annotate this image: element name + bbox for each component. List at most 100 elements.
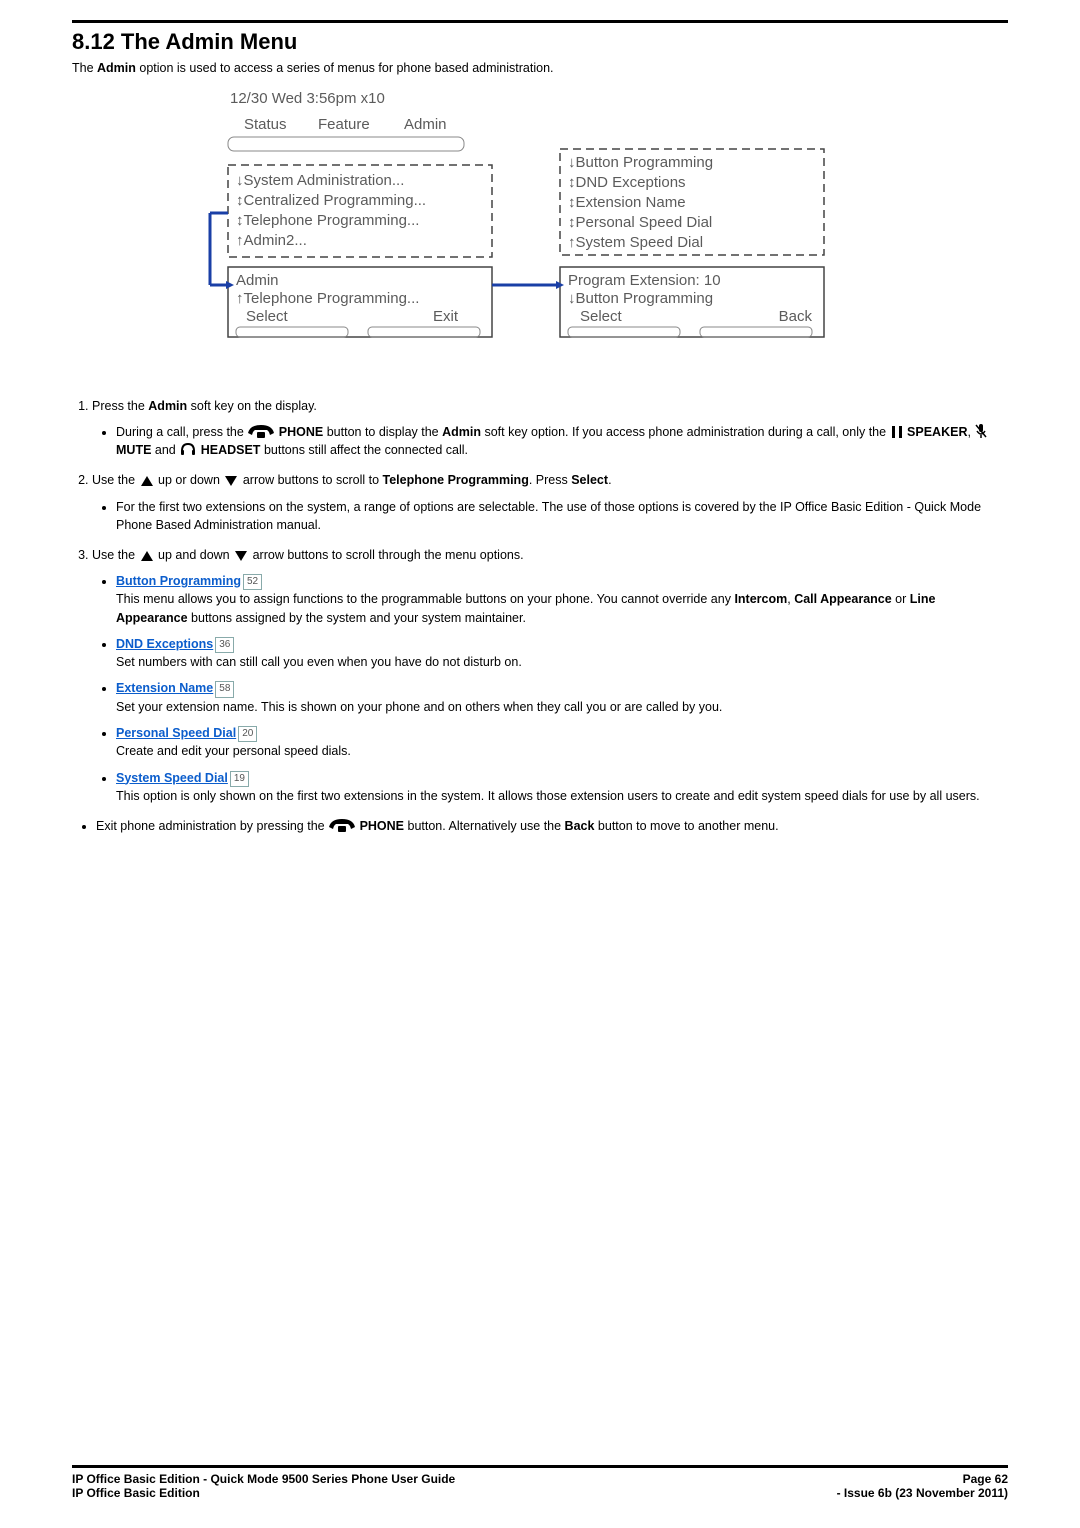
link-personal-speed-dial[interactable]: Personal Speed Dial: [116, 726, 236, 740]
diagram-panel1-title: Admin: [236, 272, 279, 289]
step1-mid1: button to display the: [327, 425, 442, 439]
intro-paragraph: The Admin option is used to access a ser…: [72, 61, 1008, 75]
step3-pre: Use the: [92, 548, 139, 562]
down-arrow-icon: [225, 476, 237, 486]
step1-sublist: During a call, press the PHONE button to…: [92, 423, 1008, 459]
step1-phone-label: PHONE: [279, 425, 323, 439]
link-extension-name[interactable]: Extension Name: [116, 681, 213, 695]
desc0-post: buttons assigned by the system and your …: [188, 611, 526, 625]
diagram-tab-admin: Admin: [404, 116, 447, 133]
step3-item-ssd: System Speed Dial19 This option is only …: [116, 769, 1008, 806]
step3-item-psd: Personal Speed Dial20 Create and edit yo…: [116, 724, 1008, 761]
desc0-b2: Call Appearance: [794, 592, 892, 606]
diagram-panel2-softkey-right: [700, 327, 812, 337]
link-button-programming[interactable]: Button Programming: [116, 574, 241, 588]
rule-top: [72, 20, 1008, 23]
diagram-panel1-line2: ↑Telephone Programming...: [236, 290, 419, 307]
diagram-menu1-2: ↕Telephone Programming...: [236, 212, 419, 229]
diagram-menu1-3: ↑Admin2...: [236, 232, 307, 249]
step1-admin: Admin: [442, 425, 481, 439]
desc2: Set your extension name. This is shown o…: [116, 700, 722, 714]
diagram-tab-status: Status: [244, 116, 287, 133]
step1-mid2: soft key option. If you access phone adm…: [481, 425, 890, 439]
pageref-3: 20: [238, 726, 257, 743]
diagram-arrowhead-1: [226, 281, 234, 289]
diagram-menu2-1: ↕DND Exceptions: [568, 174, 686, 191]
diagram-menu2-0: ↓Button Programming: [568, 154, 713, 171]
desc1: Set numbers with can still call you even…: [116, 655, 522, 669]
diagram-datetime: 12/30 Wed 3:56pm x10: [230, 90, 385, 107]
step2-mid2: arrow buttons to scroll to: [243, 473, 383, 487]
rule-bottom: [72, 1465, 1008, 1468]
page-footer: IP Office Basic Edition - Quick Mode 950…: [72, 1465, 1008, 1500]
pageref-0: 52: [243, 574, 262, 591]
step1-post: soft key on the display.: [187, 399, 317, 413]
step1-pre: Press the: [92, 399, 148, 413]
down-arrow-icon: [235, 551, 247, 561]
step2-post1: . Press: [529, 473, 571, 487]
page: 8.12 The Admin Menu The Admin option is …: [0, 0, 1080, 1528]
intro-strong: Admin: [97, 61, 136, 75]
step1-bullet-pre: During a call, press the: [116, 425, 247, 439]
footer-left-1: IP Office Basic Edition - Quick Mode 950…: [72, 1472, 455, 1486]
step3-item-extname: Extension Name58 Set your extension name…: [116, 679, 1008, 716]
exit-phone-label: PHONE: [360, 819, 404, 833]
diagram-softkey-bar: [228, 137, 464, 151]
diagram-panel1-softkey-left: [236, 327, 348, 337]
exit-paragraph: Exit phone administration by pressing th…: [72, 817, 1008, 835]
step2-mid1: up or down: [158, 473, 223, 487]
step3-mid1: up and down: [158, 548, 233, 562]
diagram-menu2-2: ↕Extension Name: [568, 194, 686, 211]
desc4: This option is only shown on the first t…: [116, 789, 980, 803]
diagram-tab-feature: Feature: [318, 116, 370, 133]
diagram-menu2-4: ↑System Speed Dial: [568, 234, 703, 251]
step2-bullet: For the first two extensions on the syst…: [116, 498, 1008, 534]
phone-icon: [329, 817, 355, 833]
diagram-menu1-0: ↓System Administration...: [236, 172, 404, 189]
diagram-panel2-left: Select: [580, 308, 623, 325]
step1-comma: ,: [967, 425, 974, 439]
step2-post2: .: [608, 473, 611, 487]
speaker-icon: [891, 425, 903, 439]
step1-bullet-tail: buttons still affect the connected call.: [264, 443, 468, 457]
section-heading: 8.12 The Admin Menu: [72, 29, 1008, 55]
diagram-panel1-right: Exit: [433, 308, 459, 325]
link-system-speed-dial[interactable]: System Speed Dial: [116, 771, 228, 785]
footer-right-1: Page 62: [963, 1472, 1008, 1486]
link-dnd-exceptions[interactable]: DND Exceptions: [116, 637, 213, 651]
step1-speaker-label: SPEAKER: [907, 425, 967, 439]
step1-headset-label: HEADSET: [201, 443, 261, 457]
diagram-panel1-left: Select: [246, 308, 289, 325]
exit-pre: Exit phone administration by pressing th…: [96, 819, 328, 833]
headset-icon: [180, 441, 196, 457]
step-1: Press the Admin soft key on the display.…: [92, 397, 1008, 459]
step2-pre: Use the: [92, 473, 139, 487]
phone-icon: [248, 423, 274, 439]
diagram-panel1-softkey-right: [368, 327, 480, 337]
step1-strong: Admin: [148, 399, 187, 413]
diagram-panel2-line2: ↓Button Programming: [568, 290, 713, 307]
admin-menu-diagram: .t { font-family: Arial, sans-serif; fon…: [200, 85, 880, 385]
diagram-menu1-1: ↕Centralized Programming...: [236, 192, 426, 209]
desc0-s2: or: [892, 592, 910, 606]
step1-and: and: [151, 443, 179, 457]
exit-mid: button. Alternatively use the: [408, 819, 565, 833]
step3-item-dnd: DND Exceptions36 Set numbers with can st…: [116, 635, 1008, 672]
step3-mid2: arrow buttons to scroll through the menu…: [253, 548, 524, 562]
exit-back: Back: [565, 819, 595, 833]
diagram-panel2-right: Back: [779, 308, 813, 325]
footer-left-2: IP Office Basic Edition: [72, 1486, 200, 1500]
mute-icon: [975, 423, 987, 439]
step-3: Use the up and down arrow buttons to scr…: [92, 546, 1008, 805]
desc3: Create and edit your personal speed dial…: [116, 744, 351, 758]
step3-sublist: Button Programming52 This menu allows yo…: [92, 572, 1008, 805]
pageref-1: 36: [215, 637, 234, 654]
step-2: Use the up or down arrow buttons to scro…: [92, 471, 1008, 533]
diagram-panel2-softkey-left: [568, 327, 680, 337]
pageref-2: 58: [215, 681, 234, 698]
up-arrow-icon: [141, 551, 153, 561]
step2-target: Telephone Programming: [383, 473, 529, 487]
diagram-panel2-title: Program Extension: 10: [568, 272, 721, 289]
intro-pre: The: [72, 61, 97, 75]
up-arrow-icon: [141, 476, 153, 486]
